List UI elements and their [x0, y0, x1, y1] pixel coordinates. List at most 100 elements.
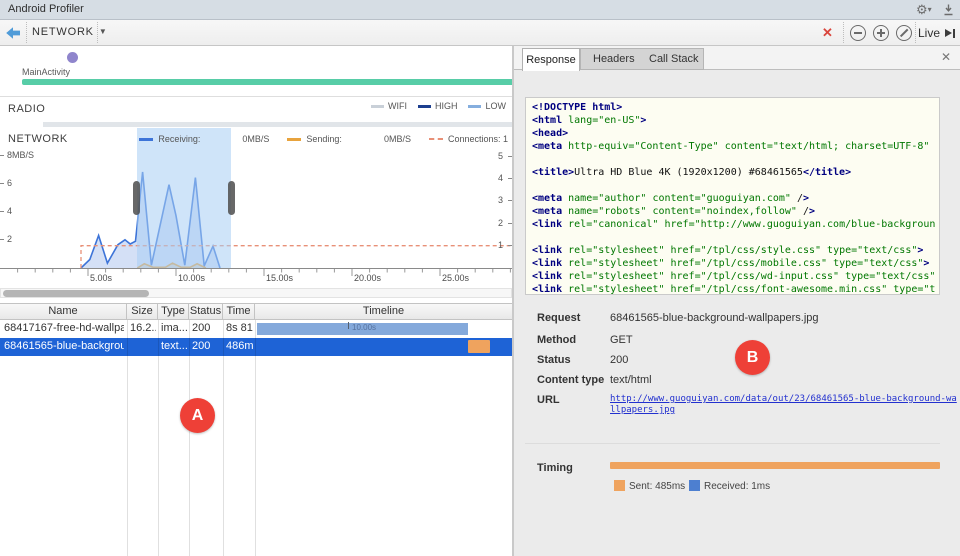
sending-legend-label: Sending:: [306, 134, 342, 144]
cell-size: 16.2...: [130, 322, 156, 334]
code-line: <link rel="stylesheet" href="/tpl/css/mo…: [532, 257, 939, 270]
network-chart[interactable]: 8MB/S 6 4 2 5 4 3 2 1: [0, 148, 512, 268]
column-header-timeline[interactable]: Timeline: [255, 304, 512, 319]
radio-legend: WIFI HIGH LOW: [360, 101, 506, 111]
go-live-button[interactable]: Live: [918, 25, 955, 41]
cell-status: 200: [192, 322, 221, 334]
time-axis-label: 25.00s: [442, 273, 469, 283]
sending-current-value: 0MB/S: [384, 134, 411, 144]
network-section-title: NETWORK: [8, 133, 68, 145]
y2-axis-label: 1: [473, 240, 503, 250]
column-divider: [189, 320, 190, 556]
tab-call-stack[interactable]: Call Stack: [649, 53, 699, 65]
table-row[interactable]: 68417167-free-hd-wallpa... 16.2... ima..…: [0, 320, 512, 338]
network-profiler-panel: MainActivity RADIO WIFI HIGH LOW NETWORK…: [0, 46, 512, 556]
network-legend: Receiving: 0MB/S Sending: 0MB/S Connecti…: [139, 134, 508, 144]
field-label: Request: [537, 312, 580, 324]
code-line: <meta name="author" content="guoguiyan.c…: [532, 192, 939, 205]
cell-time: 8s 81...: [226, 322, 253, 334]
tab-response-active[interactable]: Response: [522, 48, 580, 71]
cell-type: text...: [161, 340, 187, 352]
inactive-tabs-group: Headers Call Stack: [580, 48, 704, 70]
horizontal-scrollbar[interactable]: [0, 288, 512, 298]
y-axis-label: 2: [7, 234, 47, 244]
column-divider: [127, 320, 128, 556]
field-label: Content type: [537, 374, 604, 386]
scrollbar-thumb[interactable]: [3, 290, 149, 297]
time-axis-label: 10.00s: [178, 273, 205, 283]
time-axis: 5.00s 10.00s 15.00s 20.00s 25.00s: [0, 268, 512, 288]
tab-headers[interactable]: Headers: [593, 53, 635, 65]
column-header-time[interactable]: Time: [223, 304, 255, 319]
response-body-code[interactable]: <!DOCTYPE html><html lang="en-US"><head>…: [525, 97, 940, 295]
code-line: [532, 153, 939, 166]
timing-label: Timing: [537, 462, 573, 474]
low-legend-swatch: [468, 105, 481, 108]
code-line: <!DOCTYPE html>: [532, 101, 939, 114]
toolbar-separator: [97, 22, 98, 43]
timeline-tick-label: 10.00s: [352, 323, 376, 332]
gear-icon: ⚙: [916, 2, 928, 17]
end-session-button[interactable]: ✕: [822, 25, 833, 41]
axis-tick: [0, 183, 4, 184]
settings-button[interactable]: ⚙▾: [916, 2, 932, 18]
selection-right-handle[interactable]: [228, 181, 235, 215]
column-header-name[interactable]: Name: [0, 304, 127, 319]
column-header-size[interactable]: Size: [127, 304, 158, 319]
zoom-in-button[interactable]: [873, 25, 889, 41]
field-value: 200: [610, 354, 628, 366]
toolbar-separator: [915, 22, 916, 43]
sent-legend-label: Sent: 485ms: [629, 481, 685, 492]
code-line: <link rel="stylesheet" href="/tpl/css/st…: [532, 244, 939, 257]
minus-icon: [854, 32, 862, 34]
code-line: <meta name="robots" content="noindex,fol…: [532, 205, 939, 218]
install-button[interactable]: [943, 4, 954, 19]
close-details-button[interactable]: ✕: [941, 50, 951, 64]
axis-tick: [0, 155, 4, 156]
back-button[interactable]: [5, 26, 23, 40]
section-divider: [525, 443, 940, 444]
network-chart-canvas: [0, 148, 512, 268]
sent-legend-swatch: [614, 480, 625, 491]
response-url-link[interactable]: http://www.guoguiyan.com/data/out/23/684…: [610, 394, 958, 416]
zoom-out-button[interactable]: [850, 25, 866, 41]
table-header: Name Size Type Status Time Timeline: [0, 303, 512, 320]
activity-event-dot: [67, 52, 78, 63]
column-header-status[interactable]: Status: [189, 304, 223, 319]
column-header-type[interactable]: Type: [158, 304, 189, 319]
time-axis-ticks: [0, 269, 512, 278]
receiving-legend-label: Receiving:: [158, 134, 200, 144]
annotation-badge-b: B: [735, 340, 770, 375]
table-row-selected[interactable]: 68461565-blue-backgrou... text... 200 48…: [0, 338, 512, 356]
reset-zoom-button[interactable]: [896, 25, 912, 41]
toolbar-separator: [26, 22, 27, 43]
axis-tick: [0, 211, 4, 212]
close-x-icon: ✕: [941, 50, 951, 64]
sending-legend-swatch: [287, 138, 301, 141]
profiler-view-label: NETWORK: [32, 26, 94, 38]
download-icon: [943, 4, 954, 16]
y-axis-label: 6: [7, 178, 47, 188]
field-value: 68461565-blue-background-wallpapers.jpg: [610, 312, 819, 324]
code-line: [532, 179, 939, 192]
high-legend-swatch: [418, 105, 431, 108]
field-label: Method: [537, 334, 576, 346]
timeline-tick: [348, 322, 349, 329]
title-bar: Android Profiler ⚙▾: [0, 0, 960, 20]
received-legend-label: Received: 1ms: [704, 481, 770, 492]
request-timeline-bar: [468, 340, 490, 353]
timeline-selection-region[interactable]: [137, 128, 231, 268]
code-line: <meta http-equiv="Content-Type" content=…: [532, 140, 939, 153]
received-legend-swatch: [689, 480, 700, 491]
time-axis-label: 5.00s: [90, 273, 112, 283]
selection-left-handle[interactable]: [133, 181, 140, 215]
timing-sent-bar: [610, 462, 940, 469]
receiving-current-value: 0MB/S: [242, 134, 269, 144]
y2-axis-label: 2: [473, 218, 503, 228]
axis-tick: [0, 239, 4, 240]
cell-type: ima...: [161, 322, 187, 334]
code-line: [532, 231, 939, 244]
code-line: <title>Ultra HD Blue 4K (1920x1200) #684…: [532, 166, 939, 179]
field-label: URL: [537, 394, 560, 406]
cell-name: 68417167-free-hd-wallpa...: [4, 322, 124, 334]
